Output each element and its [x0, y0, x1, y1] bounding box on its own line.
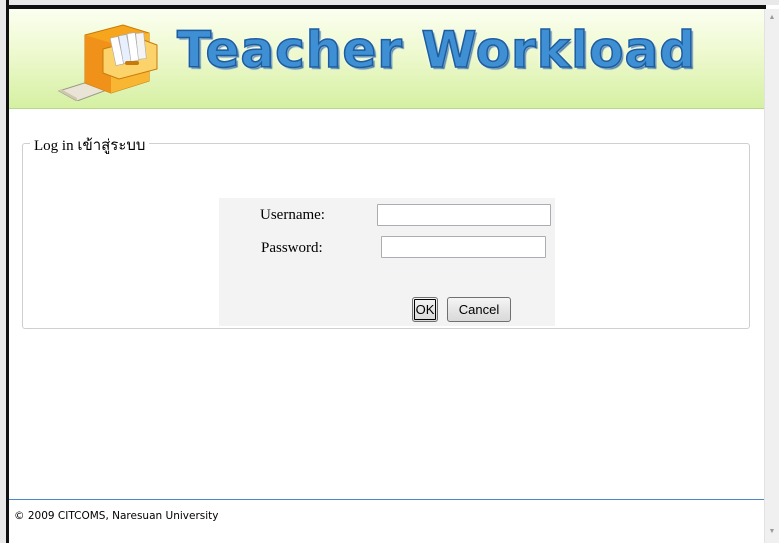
- header-banner: Teacher Workload: [9, 9, 764, 109]
- footer-copyright: © 2009 CITCOMS, Naresuan University: [14, 510, 219, 522]
- login-form: Username: Password: OK Cancel: [219, 198, 555, 326]
- username-input[interactable]: [377, 204, 551, 226]
- app-title: Teacher Workload: [176, 20, 696, 80]
- username-label: Username:: [260, 207, 325, 223]
- password-input[interactable]: [381, 236, 546, 258]
- scroll-up-arrow-icon[interactable]: ▲: [765, 9, 779, 25]
- footer-divider: [9, 499, 764, 500]
- cancel-button[interactable]: Cancel: [447, 297, 511, 322]
- login-legend: Log in เข้าสู่ระบบ: [30, 133, 150, 157]
- file-cabinet-icon: [57, 24, 158, 101]
- window-frame-left-light: [0, 0, 6, 543]
- password-label: Password:: [261, 240, 323, 256]
- ok-button[interactable]: OK: [412, 297, 438, 322]
- scroll-down-arrow-icon[interactable]: ▼: [765, 523, 779, 539]
- vertical-scrollbar[interactable]: ▲ ▼: [764, 9, 779, 543]
